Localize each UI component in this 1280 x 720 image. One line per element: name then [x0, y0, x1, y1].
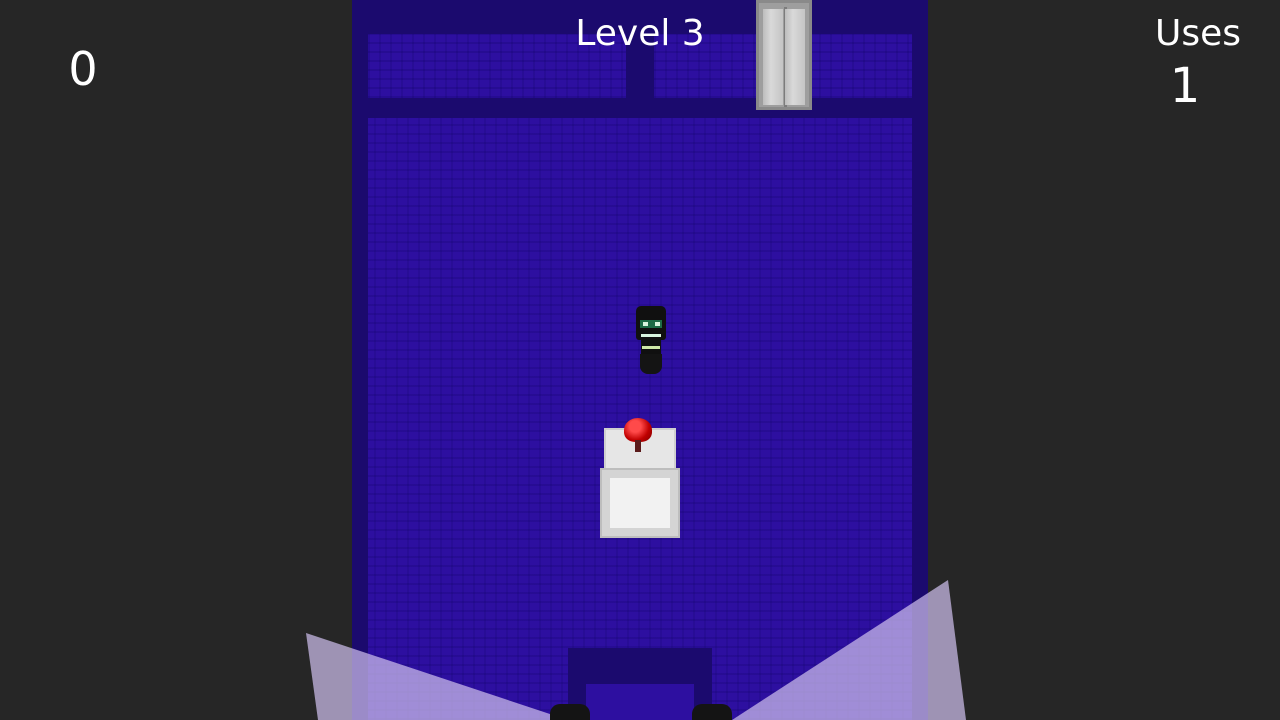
door-icon[interactable]	[756, 0, 812, 110]
player-feet	[640, 354, 662, 374]
bed-sheet	[610, 478, 670, 528]
player-mouth	[641, 334, 661, 337]
guard-icon	[550, 704, 590, 720]
game-stage: 0 Level 3 Uses 1	[0, 0, 1280, 720]
red-alarm-stem	[635, 440, 641, 452]
red-alarm-top	[624, 418, 652, 442]
score-counter: 0	[68, 42, 98, 96]
door-panel-left	[763, 9, 783, 105]
player-sprite-icon[interactable]	[634, 306, 668, 376]
door-panel-right	[785, 9, 805, 105]
bottom-exit	[568, 648, 712, 720]
level-title: Level 3	[575, 13, 705, 54]
player-eye-right	[655, 322, 660, 326]
uses-value: 1	[1169, 58, 1201, 114]
uses-label: Uses	[1154, 13, 1241, 54]
red-alarm-icon[interactable]	[622, 418, 654, 454]
player-belt	[642, 346, 660, 349]
bottom-exit-floor	[586, 684, 694, 720]
guard-icon	[692, 704, 732, 720]
left-wall	[352, 0, 368, 720]
player-eye-left	[643, 322, 648, 326]
